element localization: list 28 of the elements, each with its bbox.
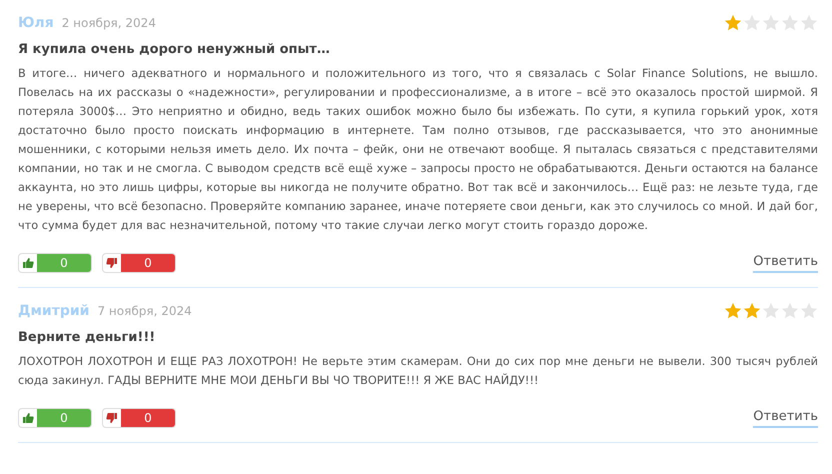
like-button[interactable]: 0 — [18, 408, 92, 428]
review-title: Верните деньги!!! — [18, 330, 156, 345]
star-icon — [800, 302, 818, 320]
star-icon — [781, 14, 799, 32]
review-text: В итоге… ничего адекватного и нормального и положительного из того, что я связалась с Solar Finance Solutions, не вышло. Повелась на их рассказы о «надежности», регулировании и профессионализме, а в итоге – всё это оказалось простой ширмой. Я потеряла 3000$… Это неприятно и обидно, ведь таких ошибок можно было бы избежать. По сути, я купила горький урок, хотя достаточно было просто поискать информацию в интернете. Там полно отзывов, где рассказывается, что это анонимные мошенники, с которыми нельзя иметь дело. Их почта – фейк, они не отвечают вообще. Я пыталась связаться с представителями компании, но так и не смогла. С выводом средств всё ещё хуже – запросы просто не обрабатываются. Деньги остаются на балансе аккаунта, но это лишь цифры, которые вы никогда не получите обратно. Вот так всё и закончилось… Ещё раз: не лезьте туда, где не уверены, что всё безопасно. Проверяйте компанию заранее, иначе потеряете свои деньги, как это случилось со мной. И дай бог, что сумма будет для вас незначительной, потому что такие случаи легко могут стоить гораздо дороже. — [18, 66, 818, 234]
star-icon — [781, 302, 799, 320]
star-icon — [762, 302, 780, 320]
thumbs-down-icon — [106, 412, 118, 424]
star-icon — [743, 14, 761, 32]
star-icon — [800, 14, 818, 32]
author-name: Юля — [18, 15, 54, 31]
star-icon — [743, 302, 761, 320]
review-title: Я купила очень дорого ненужный опыт… — [18, 42, 331, 57]
reply-link[interactable]: Ответить — [753, 408, 818, 428]
thumbs-up-icon — [22, 412, 34, 424]
thumbs-down-icon — [106, 257, 118, 269]
reply-link[interactable]: Ответить — [753, 254, 818, 272]
review-text: ЛОХОТРОН ЛОХОТРОН И ЕЩЕ РАЗ ЛОХОТРОН! Не верьте этим скамерам. Они до сих пор мне деньги не вывели. 300 тысяч рублей сюда закинул. ГАДЫ ВЕРНИТЕ МНЕ МОИ ДЕНЬГИ ВЫ ЧО ТВОРИТЕ!!! Я ЖЕ ВАС НАЙДУ!!! — [18, 354, 818, 389]
dislike-button[interactable]: 0 — [102, 253, 176, 273]
star-icon — [724, 302, 742, 320]
dislike-button[interactable]: 0 — [102, 408, 176, 428]
review-date: 7 ноября, 2024 — [97, 304, 192, 318]
thumbs-up-icon — [22, 257, 34, 269]
star-icon — [724, 14, 742, 32]
author-name: Дмитрий — [18, 303, 90, 319]
star-icon — [762, 14, 780, 32]
like-button[interactable]: 0 — [18, 253, 92, 273]
review-date: 2 ноября, 2024 — [62, 16, 156, 30]
